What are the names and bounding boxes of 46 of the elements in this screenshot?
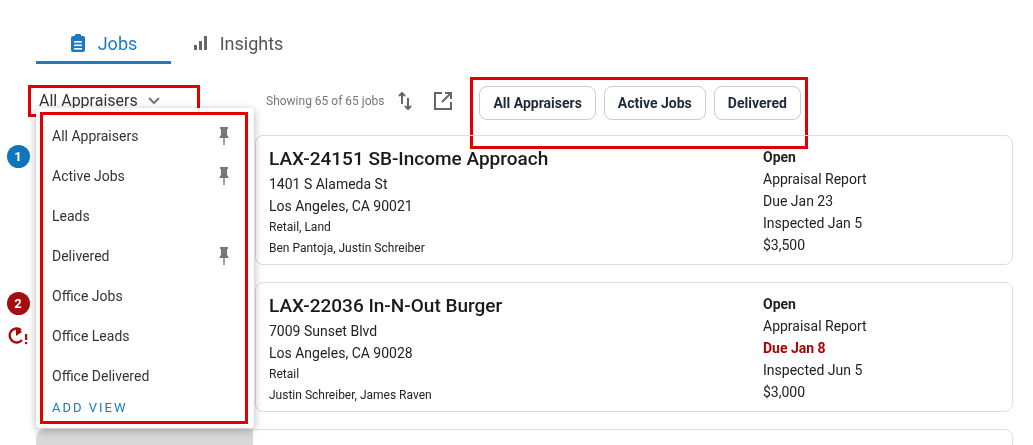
job-address: 7009 Sunset Blvd — [269, 322, 379, 341]
inspected-date: Inspected Jan 5 — [763, 214, 864, 233]
due-date: Due Jan 23 — [763, 192, 835, 211]
quick-view-chip[interactable]: All Appraisers — [479, 86, 596, 120]
due-date: Due Jan 8 — [763, 339, 827, 358]
quick-view-chip[interactable]: Delivered — [713, 86, 801, 120]
job-card[interactable]: LAX-22036 In-N-Out Burger 7009 Sunset Blvd Los Angeles, CA 90028 Retail Justin Schreiber, James Raven Open Appraisal Report Due Jan 8 Inspected Jun 5 $3,000 — [255, 282, 1013, 412]
report-type: Appraisal Report — [763, 317, 868, 336]
appraiser-names: Ben Pantoja, Justin Schreiber — [269, 240, 426, 257]
report-type: Appraisal Report — [763, 170, 868, 189]
job-fee: $3,000 — [763, 383, 807, 402]
quick-view-chip[interactable]: Active Jobs — [603, 86, 706, 120]
property-types: Retail, Land — [269, 219, 332, 236]
tab[interactable]: Insights — [171, 25, 306, 64]
job-title: LAX-22036 In-N-Out Burger — [269, 293, 504, 319]
sort-icon[interactable] — [398, 92, 413, 110]
menu-item[interactable]: Leads — [43, 196, 245, 236]
appraiser-names: Justin Schreiber, James Raven — [269, 387, 433, 404]
pin-icon — [218, 126, 230, 146]
job-status: Open — [763, 148, 797, 167]
job-fee: $3,500 — [763, 236, 807, 255]
job-count: Showing 65 of 65 jobs — [266, 93, 385, 110]
pin-icon — [218, 166, 230, 186]
menu-item[interactable]: Active Jobs — [43, 156, 245, 196]
job-city: Los Angeles, CA 90028 — [269, 344, 414, 363]
tab[interactable]: Jobs — [36, 25, 171, 64]
clipboard-icon — [69, 34, 86, 52]
property-types: Retail — [269, 366, 301, 383]
job-card[interactable]: LAX-24151 SB-Income Approach 1401 S Alameda St Los Angeles, CA 90021 Retail, Land Ben Pantoja, Justin Schreiber Open Appraisal Report Due Jan 23 Inspected Jan 5 $3,500 — [255, 135, 1013, 265]
chevron-down-icon — [147, 97, 160, 105]
job-status: Open — [763, 295, 797, 314]
job-title: LAX-24151 SB-Income Approach — [269, 146, 550, 172]
menu-item[interactable]: All Appraisers — [43, 116, 245, 156]
menu-item[interactable]: Office Leads — [43, 316, 245, 356]
menu-item[interactable]: Office Delivered — [43, 356, 245, 396]
inspected-date: Inspected Jun 5 — [763, 361, 864, 380]
menu-item[interactable]: Delivered — [43, 236, 245, 276]
menu-item[interactable]: Office Jobs — [43, 276, 245, 316]
open-external-icon[interactable] — [434, 92, 453, 110]
job-city: Los Angeles, CA 90021 — [269, 197, 414, 216]
bar-chart-icon — [193, 36, 208, 50]
job-number-badge: 1 — [6, 145, 30, 168]
pin-icon — [218, 246, 230, 266]
add-view-button[interactable]: ADD VIEW — [52, 398, 128, 418]
job-number-badge: 2 — [6, 292, 30, 315]
job-address: 1401 S Alameda St — [269, 175, 389, 194]
